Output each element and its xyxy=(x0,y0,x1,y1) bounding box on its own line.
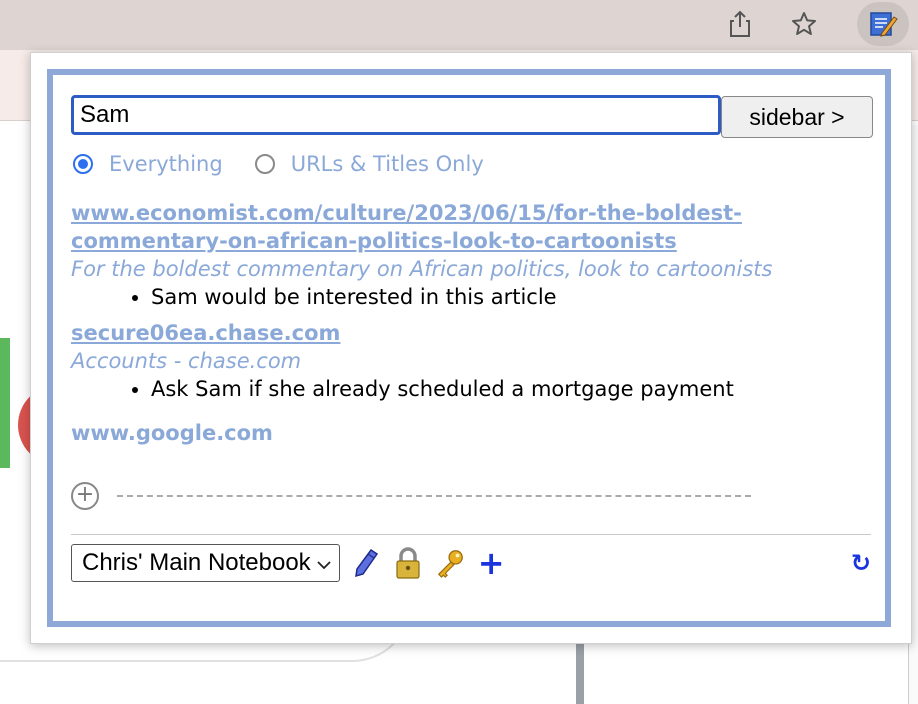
radio-urls-titles-label[interactable]: URLs & Titles Only xyxy=(291,152,484,176)
sidebar-button[interactable]: sidebar > xyxy=(721,96,873,138)
result-note: Ask Sam if she already scheduled a mortg… xyxy=(151,375,871,403)
background-page-element xyxy=(576,640,584,704)
search-scope-radios: Everything URLs & Titles Only xyxy=(73,149,516,179)
result-notes: Sam would be interested in this article xyxy=(71,283,871,311)
dashed-separator xyxy=(117,495,751,497)
result-item: www.economist.com/culture/2023/06/15/for… xyxy=(71,199,871,311)
result-url[interactable]: www.google.com xyxy=(71,419,871,447)
lock-icon[interactable] xyxy=(392,547,424,579)
search-input[interactable] xyxy=(71,95,721,135)
radio-everything-label[interactable]: Everything xyxy=(109,152,223,176)
result-url[interactable]: secure06ea.chase.com xyxy=(71,319,871,347)
footer-divider xyxy=(71,534,871,535)
result-item: www.google.com xyxy=(71,419,871,447)
search-results: www.economist.com/culture/2023/06/15/for… xyxy=(71,199,871,455)
result-note: Sam would be interested in this article xyxy=(151,283,871,311)
radio-everything[interactable] xyxy=(73,154,93,174)
star-icon[interactable] xyxy=(786,6,822,42)
browser-toolbar xyxy=(0,0,918,50)
add-note-row: + xyxy=(71,481,751,511)
key-icon[interactable] xyxy=(434,547,466,579)
result-title: For the boldest commentary on African po… xyxy=(71,257,773,281)
popup-footer: Chris' Main Notebook + ↻ xyxy=(71,543,871,583)
extension-popup: sidebar > Everything URLs & Titles Only … xyxy=(30,52,912,644)
notepad-extension-icon[interactable] xyxy=(857,2,909,46)
result-url[interactable]: www.economist.com/culture/2023/06/15/for… xyxy=(71,199,871,255)
background-page-element xyxy=(0,338,10,468)
circle-plus-icon[interactable]: + xyxy=(71,482,99,510)
chevron-down-icon xyxy=(317,549,331,577)
result-title: Accounts - chase.com xyxy=(71,349,302,373)
radio-urls-titles[interactable] xyxy=(254,154,275,174)
add-icon[interactable]: + xyxy=(478,547,505,579)
pencil-icon[interactable] xyxy=(350,547,382,579)
popup-frame: sidebar > Everything URLs & Titles Only … xyxy=(47,69,891,627)
result-item: secure06ea.chase.com Accounts - chase.co… xyxy=(71,319,871,403)
notebook-select[interactable]: Chris' Main Notebook xyxy=(71,544,340,582)
result-notes: Ask Sam if she already scheduled a mortg… xyxy=(71,375,871,403)
refresh-icon[interactable]: ↻ xyxy=(851,549,871,577)
notebook-select-value: Chris' Main Notebook xyxy=(82,549,311,576)
share-icon[interactable] xyxy=(722,6,758,42)
